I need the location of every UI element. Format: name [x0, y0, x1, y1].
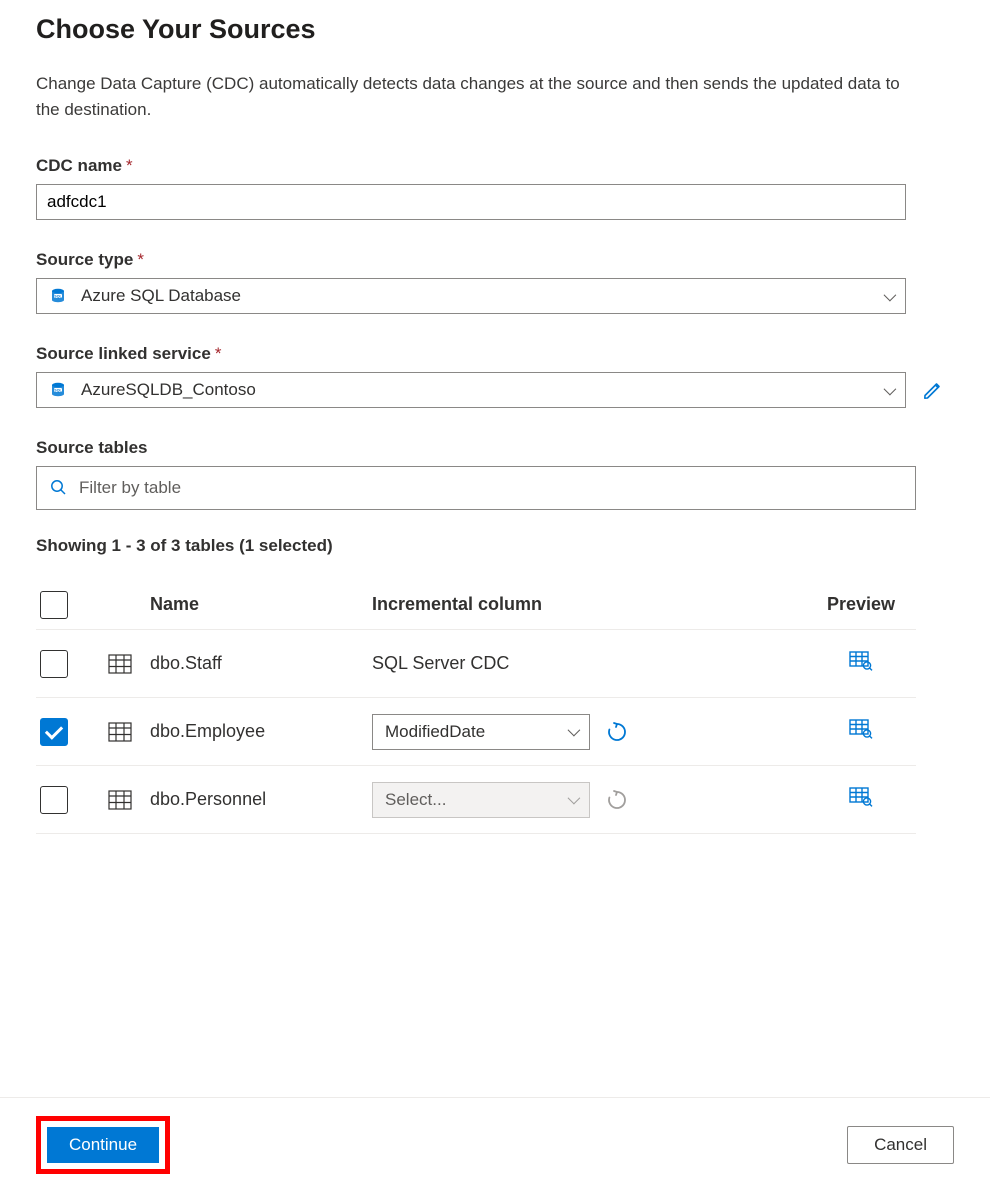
- preview-button[interactable]: [806, 719, 916, 739]
- search-icon: [49, 478, 67, 499]
- incremental-column-value: Select...: [385, 790, 560, 810]
- refresh-button: [606, 789, 628, 811]
- continue-button[interactable]: Continue: [47, 1127, 159, 1163]
- cdc-name-input[interactable]: [36, 184, 906, 220]
- table-icon: [108, 722, 132, 742]
- chevron-down-icon: [568, 792, 581, 805]
- table-preview-icon: [849, 651, 873, 671]
- incremental-column-select[interactable]: ModifiedDate: [372, 714, 590, 750]
- footer: Continue Cancel: [0, 1097, 990, 1192]
- filter-by-table-box[interactable]: [36, 466, 916, 510]
- incremental-column-value: ModifiedDate: [385, 722, 560, 742]
- table-preview-icon: [849, 719, 873, 739]
- incremental-column-select: Select...: [372, 782, 590, 818]
- row-name: dbo.Employee: [150, 721, 372, 742]
- row-incremental-static: SQL Server CDC: [372, 653, 806, 674]
- row-checkbox[interactable]: [40, 786, 68, 814]
- chevron-down-icon: [568, 724, 581, 737]
- filter-by-table-input[interactable]: [77, 477, 903, 499]
- page-title: Choose Your Sources: [36, 14, 954, 45]
- preview-button[interactable]: [806, 651, 916, 671]
- continue-highlight: Continue: [36, 1116, 170, 1174]
- col-header-name: Name: [150, 594, 372, 615]
- source-tables-label: Source tables: [36, 438, 954, 458]
- linked-service-value: AzureSQLDB_Contoso: [81, 380, 870, 400]
- col-header-incremental: Incremental column: [372, 594, 806, 615]
- refresh-button[interactable]: [606, 721, 628, 743]
- pencil-icon: [922, 379, 944, 401]
- preview-button[interactable]: [806, 787, 916, 807]
- table-icon: [108, 790, 132, 810]
- col-header-preview: Preview: [806, 594, 916, 615]
- table-row: dbo.Employee ModifiedDate: [36, 698, 916, 766]
- source-tables-grid: Name Incremental column Preview: [36, 580, 916, 834]
- cancel-button[interactable]: Cancel: [847, 1126, 954, 1164]
- table-icon: [108, 654, 132, 674]
- source-type-value: Azure SQL Database: [81, 286, 870, 306]
- table-row: dbo.Staff SQL Server CDC: [36, 630, 916, 698]
- linked-service-label: Source linked service *: [36, 344, 954, 364]
- refresh-icon: [606, 789, 628, 811]
- page-subtitle: Change Data Capture (CDC) automatically …: [36, 71, 916, 122]
- source-type-label: Source type *: [36, 250, 954, 270]
- cdc-name-label: CDC name *: [36, 156, 954, 176]
- chevron-down-icon: [884, 382, 897, 395]
- row-checkbox[interactable]: [40, 718, 68, 746]
- table-count-text: Showing 1 - 3 of 3 tables (1 selected): [36, 536, 954, 556]
- refresh-icon: [606, 721, 628, 743]
- table-preview-icon: [849, 787, 873, 807]
- row-checkbox[interactable]: [40, 650, 68, 678]
- svg-text:SQL: SQL: [54, 388, 62, 392]
- linked-service-select[interactable]: SQL AzureSQLDB_Contoso: [36, 372, 906, 408]
- select-all-checkbox[interactable]: [40, 591, 68, 619]
- svg-text:SQL: SQL: [54, 294, 62, 298]
- sql-icon: SQL: [49, 287, 67, 305]
- chevron-down-icon: [884, 288, 897, 301]
- row-name: dbo.Staff: [150, 653, 372, 674]
- table-row: dbo.Personnel Select...: [36, 766, 916, 834]
- sql-icon: SQL: [49, 381, 67, 399]
- row-name: dbo.Personnel: [150, 789, 372, 810]
- source-type-select[interactable]: SQL Azure SQL Database: [36, 278, 906, 314]
- table-header: Name Incremental column Preview: [36, 580, 916, 630]
- edit-linked-service-button[interactable]: [920, 377, 946, 403]
